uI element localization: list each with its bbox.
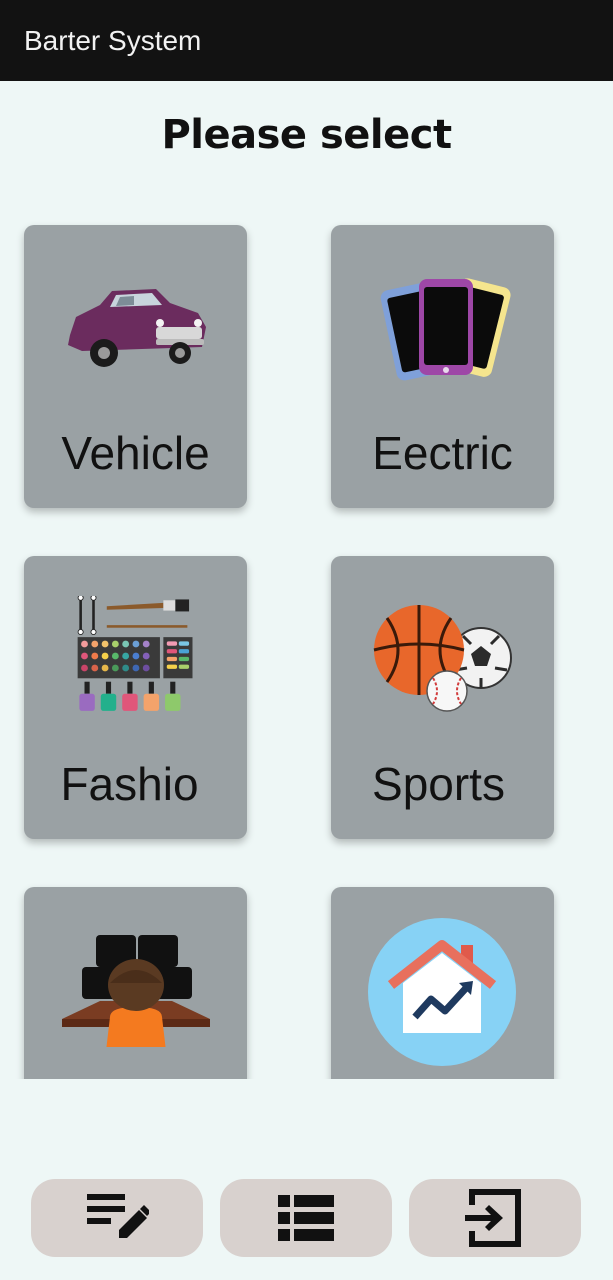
app-title: Barter System (24, 25, 202, 56)
house-chart-icon (368, 918, 516, 1066)
category-label: Sports (372, 758, 505, 810)
edit-list-button[interactable] (31, 1179, 203, 1257)
category-card-real-estate[interactable] (331, 887, 554, 1079)
category-grid[interactable]: Vehicle Eectric Fashio Sports (0, 200, 613, 1079)
page-heading: Please select (161, 112, 452, 158)
category-label: Vehicle (61, 427, 210, 479)
sports-balls-icon (373, 605, 512, 712)
car-icon (68, 289, 206, 367)
logout-icon (465, 1189, 521, 1247)
list-view-button[interactable] (220, 1179, 392, 1257)
makeup-palette-icon (77, 596, 193, 711)
category-card-vehicle[interactable]: Vehicle (24, 225, 247, 508)
app-bar: Barter System (0, 0, 613, 81)
category-label: Fashio (60, 758, 199, 810)
category-card-fashion[interactable]: Fashio (24, 556, 247, 839)
category-label: Eectric (372, 427, 513, 479)
category-card-electric[interactable]: Eectric (331, 225, 554, 508)
list-view-icon (278, 1195, 334, 1241)
phones-icon (380, 278, 511, 381)
logout-button[interactable] (409, 1179, 581, 1257)
category-card-sports[interactable]: Sports (331, 556, 554, 839)
computer-desk-icon (62, 935, 210, 1047)
category-card-computers[interactable] (24, 887, 247, 1079)
edit-list-icon (87, 1194, 149, 1238)
